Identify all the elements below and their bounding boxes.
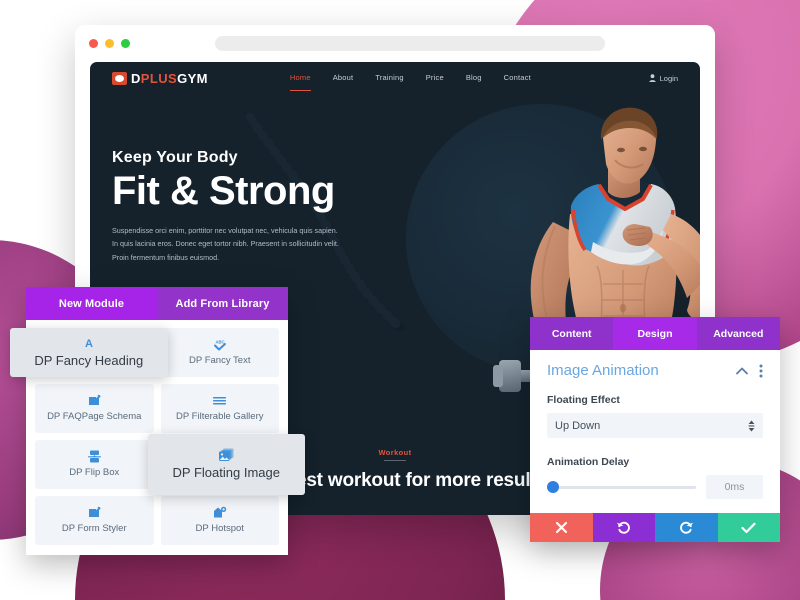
module-chooser-tabs: New Module Add From Library (26, 287, 288, 320)
window-close-dot[interactable] (89, 39, 98, 48)
gym-logo-mark-icon (112, 71, 127, 85)
tab-advanced[interactable]: Advanced (696, 317, 780, 350)
animation-delay-slider[interactable] (547, 481, 696, 493)
svg-text:ABC: ABC (215, 340, 224, 345)
cancel-button[interactable] (530, 513, 593, 542)
kebab-menu-icon[interactable] (759, 364, 763, 378)
module-label: DP Form Styler (61, 523, 127, 535)
nav-item-price[interactable]: Price (426, 73, 444, 84)
browser-title-bar (75, 25, 715, 62)
module-card-dp-flip-box[interactable]: DP Flip Box (35, 440, 154, 489)
hero-paragraph: Suspendisse orci enim, porttitor nec vol… (112, 226, 339, 262)
settings-footer (530, 513, 780, 542)
module-card-dp-fancy-heading[interactable]: A DP Fancy Heading (10, 328, 168, 377)
stacked-images-icon (218, 448, 234, 461)
module-label: DP Fancy Text (189, 355, 251, 367)
hero-title: Fit & Strong (112, 169, 335, 213)
module-label: DP Floating Image (172, 465, 280, 481)
floating-effect-value: Up Down (555, 419, 601, 432)
nav-item-blog[interactable]: Blog (466, 73, 482, 84)
nav-item-training[interactable]: Training (375, 73, 403, 84)
nav-item-about[interactable]: About (333, 73, 354, 84)
undo-button[interactable] (592, 513, 655, 542)
site-navigation: Home About Training Price Blog Contact (289, 73, 531, 91)
section-header: Image Animation (547, 362, 763, 379)
pencil-square-icon (88, 394, 101, 407)
site-logo[interactable]: DPLUSGYM (112, 71, 208, 86)
site-logo-text: DPLUSGYM (131, 71, 208, 86)
animation-delay-field: Animation Delay 0ms (547, 456, 763, 499)
redo-button[interactable] (655, 513, 718, 542)
browser-address-bar[interactable] (215, 36, 605, 51)
module-card-dp-hotspot[interactable]: DP Hotspot (160, 496, 279, 545)
section-title: Image Animation (547, 362, 659, 379)
login-link[interactable]: Login (649, 74, 678, 83)
pencil-square-icon (88, 506, 101, 519)
module-label: DP FAQPage Schema (47, 411, 142, 423)
hamburger-lines-icon (213, 394, 227, 407)
site-header: DPLUSGYM Home About Training Price Blog … (90, 62, 700, 94)
svg-text:A: A (85, 338, 93, 349)
login-label: Login (659, 73, 678, 83)
abc-check-icon: ABC (213, 338, 227, 351)
tab-add-from-library[interactable]: Add From Library (157, 287, 288, 320)
tab-content[interactable]: Content (530, 317, 614, 350)
section-header-actions (736, 364, 763, 378)
letter-a-icon: A (83, 336, 95, 349)
module-card-dp-floating-image[interactable]: DP Floating Image (147, 434, 305, 495)
module-label: DP Filterable Gallery (176, 411, 264, 423)
floating-effect-select[interactable]: Up Down (547, 413, 763, 438)
floating-effect-label: Floating Effect (547, 394, 620, 406)
save-button[interactable] (717, 513, 780, 542)
tab-new-module[interactable]: New Module (26, 287, 157, 320)
undo-arrow-icon (617, 521, 631, 534)
module-card-dp-form-styler[interactable]: DP Form Styler (35, 496, 154, 545)
settings-tabs: Content Design Advanced (530, 317, 780, 350)
window-maximize-dot[interactable] (121, 39, 130, 48)
workout-kicker: Workout (378, 448, 411, 461)
close-x-icon (555, 521, 567, 534)
module-label: DP Flip Box (69, 467, 120, 479)
hotspot-pin-icon (213, 506, 227, 519)
nav-item-home[interactable]: Home (289, 73, 311, 91)
module-card-dp-filterable-gallery[interactable]: DP Filterable Gallery (160, 384, 279, 433)
tab-design[interactable]: Design (613, 317, 697, 350)
module-card-dp-faqpage-schema[interactable]: DP FAQPage Schema (35, 384, 154, 433)
settings-body: Image Animation Floating Effect Up Down (530, 350, 780, 513)
logo-suffix: GYM (177, 70, 208, 86)
logo-prefix: D (131, 70, 141, 86)
nav-item-contact[interactable]: Contact (504, 73, 531, 84)
stepper-arrows-icon (748, 420, 755, 431)
animation-delay-row: 0ms (547, 475, 763, 499)
redo-arrow-icon (679, 521, 693, 534)
user-icon (649, 74, 656, 82)
animation-delay-input[interactable]: 0ms (706, 475, 763, 499)
module-card-dp-fancy-text[interactable]: ABC DP Fancy Text (160, 328, 279, 377)
hero-copy-block: Keep Your Body Fit & Strong Suspendisse … (112, 149, 362, 264)
logo-highlight: PLUS (140, 70, 178, 86)
slider-thumb[interactable] (547, 481, 559, 493)
module-label: DP Fancy Heading (34, 353, 144, 369)
window-minimize-dot[interactable] (105, 39, 114, 48)
module-settings-panel: Content Design Advanced Image Animation (530, 317, 780, 542)
screenshot-root: DPLUSGYM Home About Training Price Blog … (0, 0, 800, 600)
checkmark-icon (741, 522, 756, 533)
module-grid: A DP Fancy Heading ABC DP Fancy Text DP … (10, 320, 305, 555)
flip-box-icon (87, 450, 101, 463)
module-chooser-panel: New Module Add From Library A DP Fancy H… (10, 287, 305, 555)
hero-kicker: Keep Your Body (112, 149, 238, 166)
module-label: DP Hotspot (195, 523, 244, 535)
animation-delay-label: Animation Delay (547, 456, 630, 468)
chevron-up-icon[interactable] (736, 367, 748, 375)
